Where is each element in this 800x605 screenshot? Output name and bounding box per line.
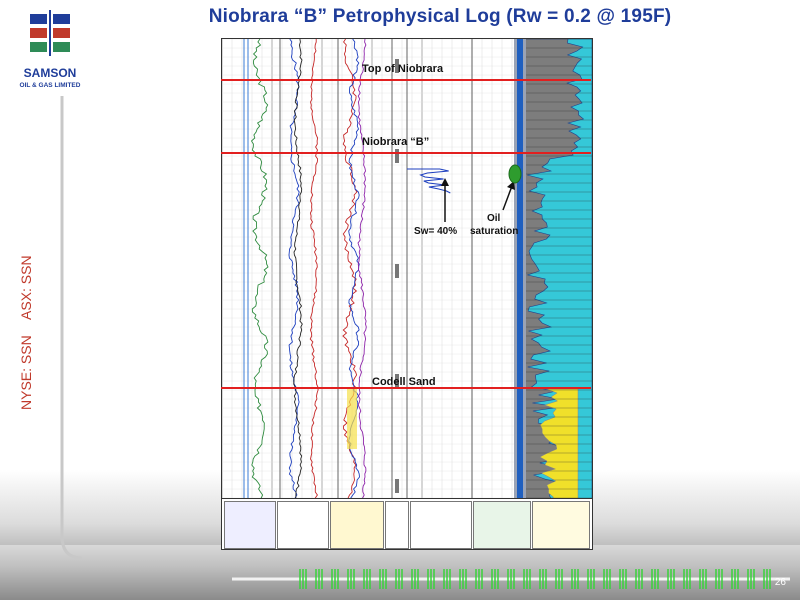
page-number: 26: [774, 577, 786, 588]
oil-marker: [508, 164, 522, 184]
annotation-arrows: [441, 164, 522, 222]
